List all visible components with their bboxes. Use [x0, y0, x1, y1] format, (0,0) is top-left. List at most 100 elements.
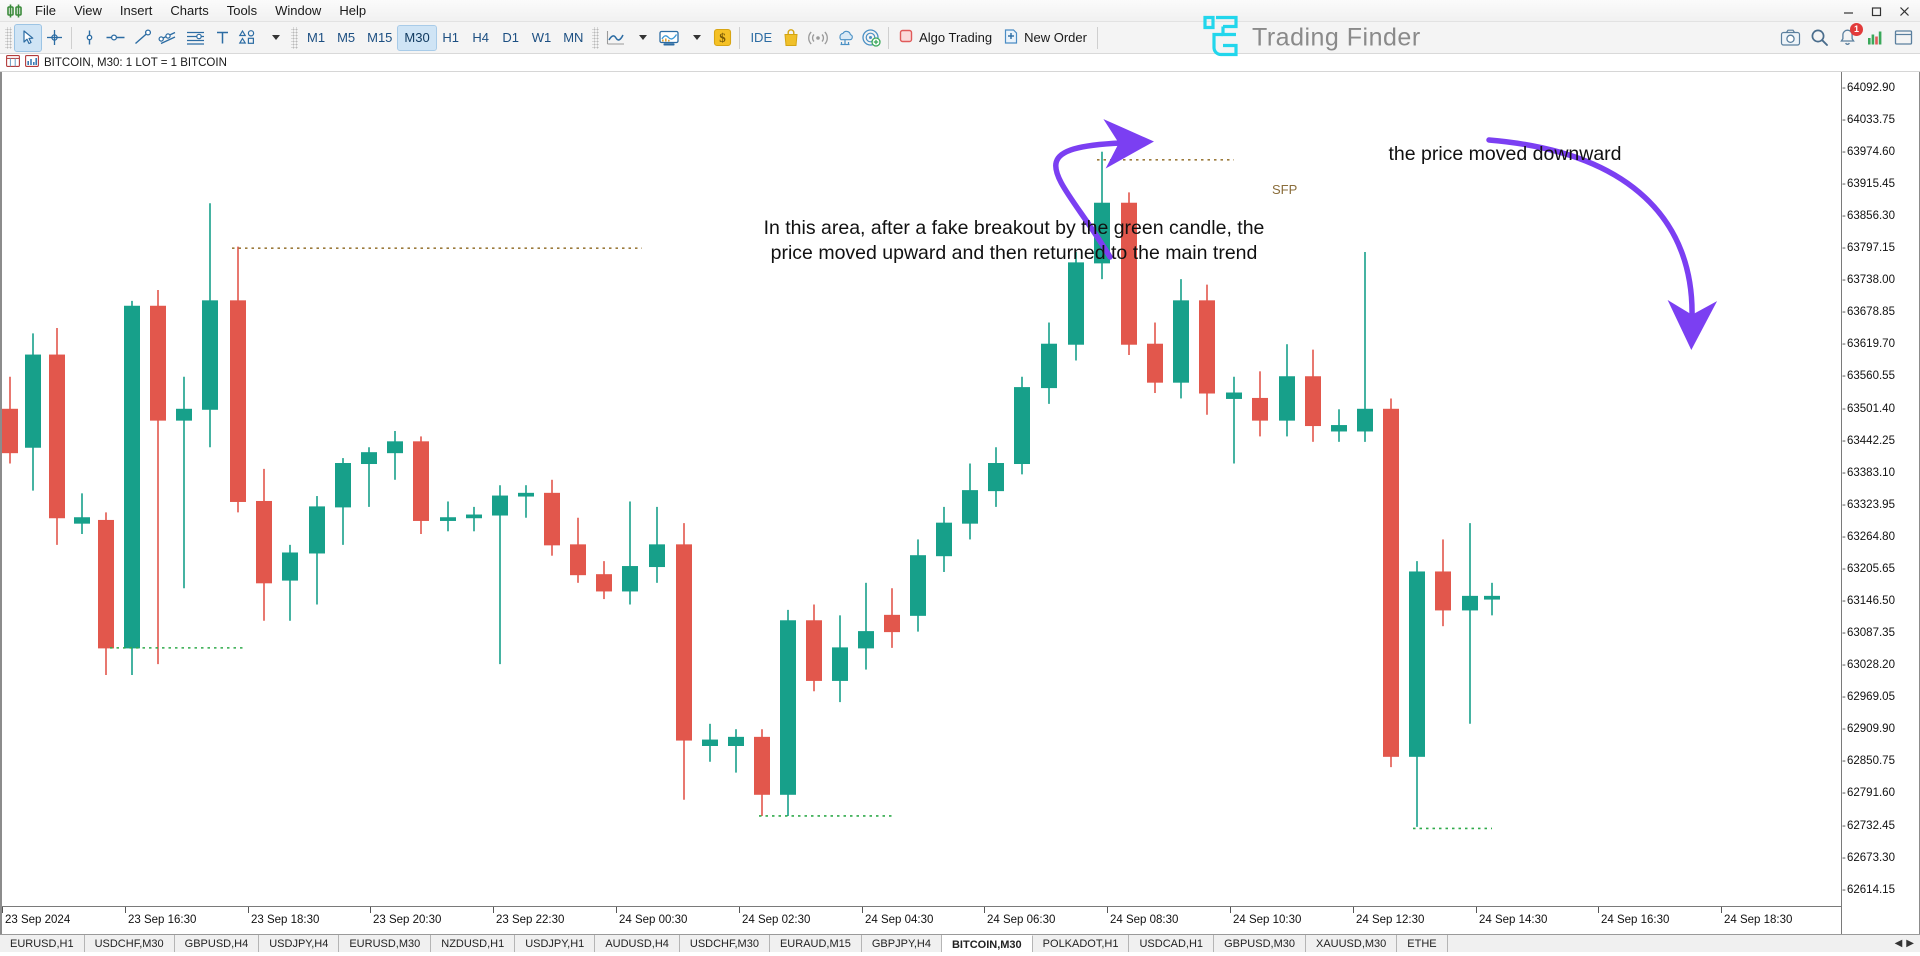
fullscreen-icon[interactable]	[1890, 25, 1916, 51]
price-tick-label: 63146.50	[1847, 594, 1895, 607]
horizontal-line-icon[interactable]	[102, 25, 129, 51]
chart-tab[interactable]: EURUSD,H1	[0, 935, 85, 952]
timeframe-d1[interactable]: D1	[496, 26, 526, 50]
new-order-button[interactable]: New Order	[998, 25, 1093, 51]
vps-cloud-icon[interactable]	[832, 25, 858, 51]
shapes-dropdown-caret-icon[interactable]	[262, 25, 288, 51]
indicator-window-icon[interactable]	[25, 55, 39, 70]
candle	[988, 447, 1004, 507]
chart-tab[interactable]: EURAUD,M15	[769, 935, 862, 952]
depth-of-market-icon[interactable]	[1862, 25, 1888, 51]
menu-item-help[interactable]: Help	[330, 1, 375, 21]
chart-tab[interactable]: USDJPY,H1	[515, 935, 596, 952]
candle	[1147, 322, 1163, 394]
candle	[492, 485, 508, 665]
time-axis-tick: 23 Sep 2024	[2, 907, 70, 934]
menu-item-insert[interactable]: Insert	[111, 1, 162, 21]
price-tick-label: 63738.00	[1847, 274, 1895, 287]
menu-item-window[interactable]: Window	[266, 1, 330, 21]
timeframe-m1[interactable]: M1	[301, 26, 331, 50]
candle	[884, 588, 900, 648]
price-axis[interactable]: -64092.90 -64033.75 -63974.60 -63915.45 -638…	[1841, 72, 1919, 934]
chart-tab[interactable]: ETHE	[1397, 935, 1448, 952]
chart-tab[interactable]: NZDUSD,H1	[431, 935, 516, 952]
menu-item-view[interactable]: View	[65, 1, 111, 21]
price-tick-label: 63087.35	[1847, 627, 1895, 640]
timeframe-h4[interactable]: H4	[466, 26, 496, 50]
chart-tab[interactable]: USDJPY,H4	[259, 935, 340, 952]
mql5-community-icon[interactable]	[858, 25, 884, 51]
indicators-dropdown-caret-icon[interactable]	[683, 25, 709, 51]
chart-tab[interactable]: AUDUSD,H4	[595, 935, 680, 952]
chart-tab[interactable]: POLKADOT,H1	[1032, 935, 1130, 952]
maximize-button[interactable]	[1862, 1, 1890, 21]
candle	[150, 289, 166, 665]
candle	[309, 496, 325, 605]
price-tick-label: 63442.25	[1847, 434, 1895, 447]
timeframe-m30[interactable]: M30	[397, 24, 437, 51]
timeframe-m15[interactable]: M15	[361, 26, 398, 50]
cursor-arrow-icon[interactable]	[14, 23, 42, 52]
close-button[interactable]	[1890, 1, 1918, 21]
crosshair-icon[interactable]	[41, 25, 67, 51]
price-tick-label: 63560.55	[1847, 370, 1895, 383]
dollar-icon[interactable]: $	[709, 25, 735, 51]
price-axis-tick: -62909.90	[1842, 722, 1919, 736]
price-tick-label: 63501.40	[1847, 402, 1895, 415]
menu-item-tools[interactable]: Tools	[218, 1, 266, 21]
timeframe-m5[interactable]: M5	[331, 26, 361, 50]
text-tool-icon[interactable]	[209, 25, 235, 51]
chart-tab[interactable]: GBPJPY,H4	[861, 935, 942, 952]
brand-name: Trading Finder	[1252, 23, 1421, 51]
menu-item-charts[interactable]: Charts	[161, 1, 217, 21]
chart-tab[interactable]: BITCOIN,M30	[941, 935, 1033, 952]
shapes-icon[interactable]	[235, 25, 262, 51]
minimize-button[interactable]	[1834, 1, 1862, 21]
signals-broadcast-icon[interactable]	[804, 25, 832, 51]
toolbar-grip-charts[interactable]	[592, 26, 600, 49]
search-icon[interactable]	[1806, 25, 1832, 51]
timeframe-w1[interactable]: W1	[526, 26, 558, 50]
chart-tab[interactable]: GBPUSD,H4	[174, 935, 260, 952]
window-controls	[1834, 0, 1918, 22]
chart-tab[interactable]: XAUUSD,M30	[1305, 935, 1398, 952]
chart-tab[interactable]: GBPUSD,M30	[1214, 935, 1306, 952]
menu-item-file[interactable]: File	[26, 1, 65, 21]
chart-area[interactable]: SFP In this area, after a fake breakout …	[0, 72, 1920, 934]
price-axis-tick: -63619.70	[1842, 337, 1919, 351]
snapshot-camera-icon[interactable]	[1777, 25, 1804, 51]
timeframe-mn[interactable]: MN	[557, 26, 589, 50]
market-bag-icon[interactable]	[778, 25, 804, 51]
price-tick-label: 63383.10	[1847, 466, 1895, 479]
chart-tab[interactable]: EURUSD,M30	[339, 935, 432, 952]
algo-trading-button[interactable]: Algo Trading	[893, 25, 998, 51]
candle	[728, 729, 744, 773]
chart-tab[interactable]: USDCHF,M30	[679, 935, 770, 952]
vertical-line-icon[interactable]	[76, 25, 102, 51]
candle	[962, 463, 978, 540]
chart-plot[interactable]: SFP In this area, after a fake breakout …	[2, 72, 1841, 906]
price-axis-tick: -62969.05	[1842, 690, 1919, 704]
toolbar-grip-timeframes[interactable]	[291, 26, 298, 49]
scroll-left-icon[interactable]: ◀	[1895, 938, 1903, 949]
chart-tab[interactable]: USDCAD,H1	[1129, 935, 1215, 952]
chart-window-icon[interactable]	[6, 55, 20, 70]
toolbar-grip[interactable]	[5, 26, 12, 49]
equidistant-channel-icon[interactable]	[155, 25, 182, 51]
chart-tab[interactable]: USDCHF,M30	[84, 935, 175, 952]
trendline-icon[interactable]	[129, 25, 155, 51]
time-axis[interactable]: 23 Sep 2024 23 Sep 16:30 23 Sep 18:30 23 Se…	[2, 906, 1841, 934]
timeframe-h1[interactable]: H1	[436, 26, 466, 50]
candle	[1199, 284, 1215, 415]
ide-button[interactable]: IDE	[744, 25, 778, 51]
line-chart-icon[interactable]	[602, 25, 629, 51]
notifications-bell-icon[interactable]: 1	[1834, 22, 1863, 51]
scroll-right-icon[interactable]: ▶	[1906, 938, 1914, 949]
candle	[1484, 582, 1500, 616]
algo-trading-label: Algo Trading	[919, 30, 993, 45]
chart-type-dropdown-caret-icon[interactable]	[629, 25, 655, 51]
price-tick-label: 64033.75	[1847, 113, 1895, 126]
indicators-icon[interactable]	[655, 25, 683, 51]
fibonacci-retracement-icon[interactable]	[182, 25, 209, 51]
price-axis-tick: -63028.20	[1842, 658, 1919, 672]
